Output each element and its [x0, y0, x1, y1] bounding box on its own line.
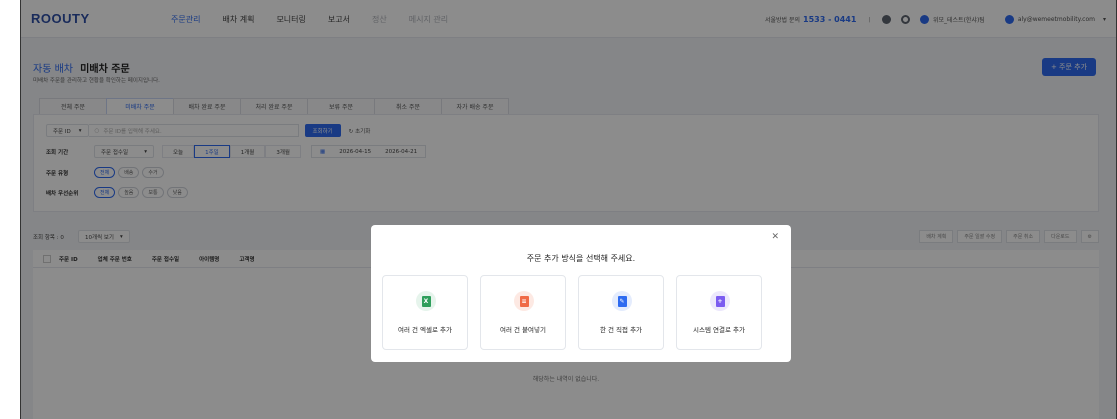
edit-glyph: ✎ — [617, 295, 627, 307]
paste-glyph: ≡ — [519, 295, 529, 307]
option-label: 한 건 직접 추가 — [599, 326, 643, 334]
add-method-options: X 여러 건 엑셀로 추가 ≡ 여러 건 붙여넣기 ✎ 한 건 직접 추가 + — [382, 275, 762, 350]
option-paste-multiple[interactable]: ≡ 여러 건 붙여넣기 — [480, 275, 566, 350]
plus-icon: + — [710, 291, 730, 311]
app-window: ROOUTY 주문관리 배차 계획 모니터링 보고서 정산 메시지 관리 서울방… — [20, 0, 1117, 419]
add-order-modal: ✕ 주문 추가 방식을 선택해 주세요. X 여러 건 엑셀로 추가 ≡ 여러 … — [371, 225, 791, 362]
paste-icon: ≡ — [514, 291, 534, 311]
option-label: 시스템 연결로 추가 — [693, 326, 745, 334]
excel-icon: X — [416, 291, 436, 311]
edit-icon: ✎ — [612, 291, 632, 311]
excel-glyph: X — [421, 295, 431, 307]
plus-glyph: + — [715, 295, 725, 307]
option-system-integration[interactable]: + 시스템 연결로 추가 — [676, 275, 762, 350]
option-label: 여러 건 엑셀로 추가 — [397, 326, 453, 334]
option-add-single[interactable]: ✎ 한 건 직접 추가 — [578, 275, 664, 350]
option-label: 여러 건 붙여넣기 — [500, 326, 546, 334]
option-excel-upload[interactable]: X 여러 건 엑셀로 추가 — [382, 275, 468, 350]
close-icon[interactable]: ✕ — [771, 232, 779, 242]
modal-title: 주문 추가 방식을 선택해 주세요. — [526, 254, 636, 263]
